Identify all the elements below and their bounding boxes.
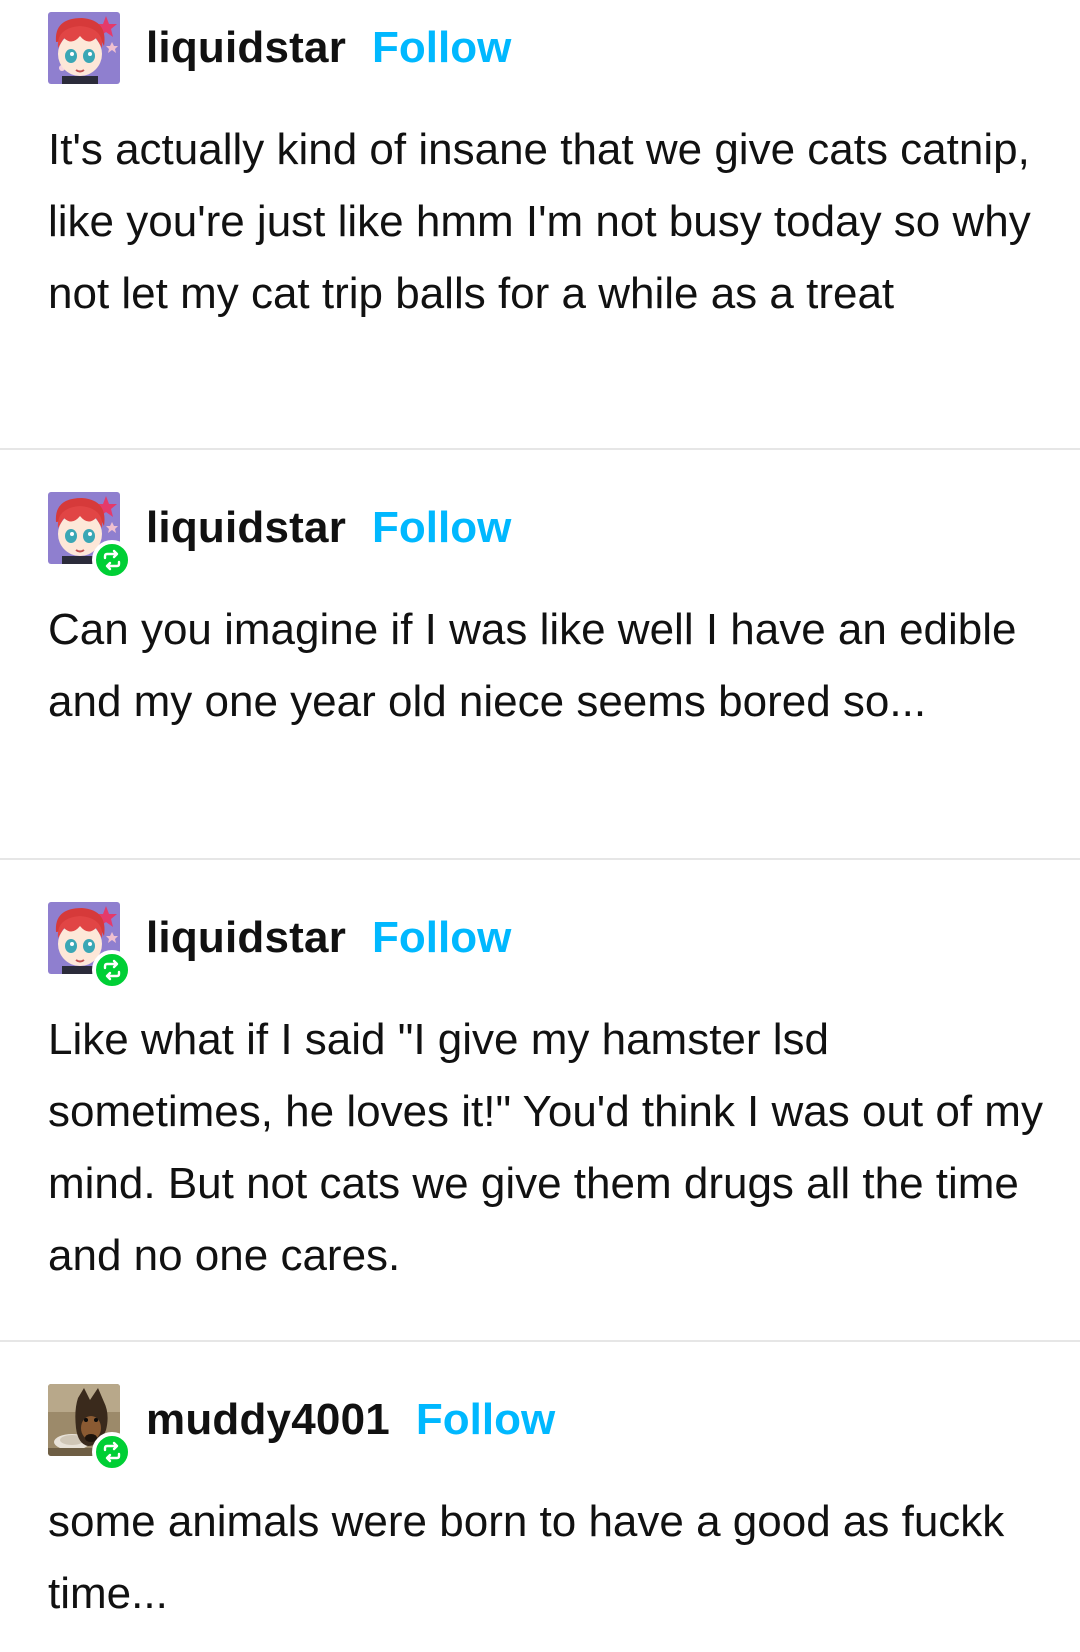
avatar-wrap[interactable]	[48, 1384, 132, 1472]
username[interactable]: muddy4001	[146, 1395, 390, 1445]
post-divider	[0, 858, 1080, 860]
post-divider	[0, 1340, 1080, 1342]
reblog-badge	[92, 950, 132, 990]
follow-button[interactable]: Follow	[372, 503, 511, 553]
reblog-icon	[103, 959, 121, 981]
post-text: some animals were born to have a good as…	[48, 1497, 1005, 1618]
post-divider	[0, 448, 1080, 450]
username[interactable]: liquidstar	[146, 503, 346, 553]
follow-button[interactable]: Follow	[416, 1395, 555, 1445]
avatar-wrap[interactable]	[48, 902, 132, 990]
reblog-badge	[92, 1432, 132, 1472]
follow-button[interactable]: Follow	[372, 913, 511, 963]
username[interactable]: liquidstar	[146, 23, 346, 73]
avatar[interactable]	[48, 12, 120, 84]
reblog-badge	[92, 540, 132, 580]
post-text: Like what if I said "I give my hamster l…	[48, 1015, 1043, 1280]
post-header: liquidstar Follow	[48, 12, 511, 84]
anime-red-hair-avatar-icon	[48, 12, 120, 84]
reblog-icon	[103, 1441, 121, 1463]
post-header: muddy4001 Follow	[48, 1384, 555, 1472]
post-header: liquidstar Follow	[48, 902, 511, 990]
username[interactable]: liquidstar	[146, 913, 346, 963]
avatar-wrap[interactable]	[48, 12, 120, 84]
post-text: Can you imagine if I was like well I hav…	[48, 605, 1017, 726]
post-header: liquidstar Follow	[48, 492, 511, 580]
reblog-icon	[103, 549, 121, 571]
avatar-wrap[interactable]	[48, 492, 132, 580]
post-text: It's actually kind of insane that we giv…	[48, 125, 1031, 318]
follow-button[interactable]: Follow	[372, 23, 511, 73]
